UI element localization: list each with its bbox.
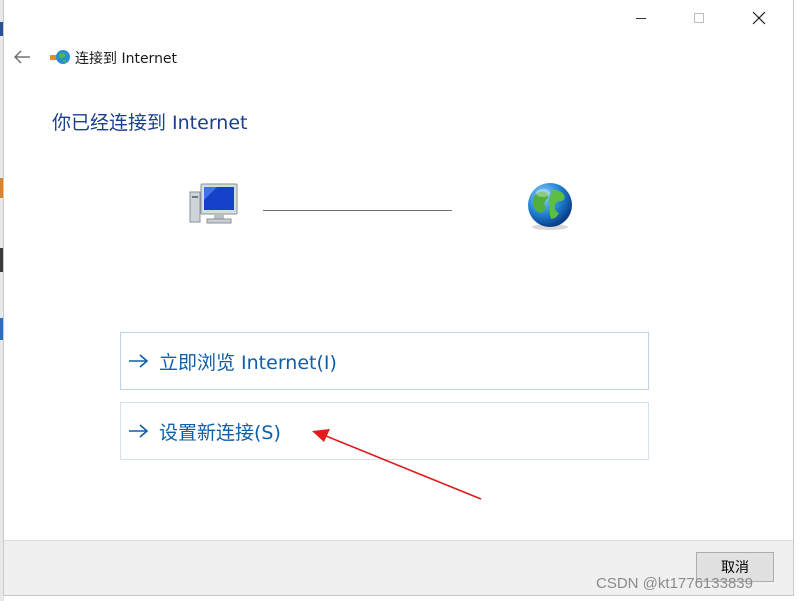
browse-internet-label: 立即浏览 Internet(I) <box>159 351 337 374</box>
page-title: 你已经连接到 Internet <box>52 112 248 134</box>
connection-line <box>263 210 452 211</box>
network-connection-icon <box>50 50 70 64</box>
back-arrow-icon <box>14 50 30 64</box>
right-arrow-icon <box>128 421 152 441</box>
back-button[interactable] <box>12 47 32 67</box>
close-button[interactable] <box>731 0 787 36</box>
computer-icon <box>189 183 238 224</box>
setup-new-connection-link[interactable]: 设置新连接(S) <box>120 402 649 460</box>
maximize-icon <box>694 13 704 23</box>
minimize-icon <box>636 18 646 19</box>
watermark: CSDN @kt1776133839 <box>596 575 753 592</box>
right-arrow-icon <box>128 351 152 371</box>
browse-internet-link[interactable]: 立即浏览 Internet(I) <box>120 332 649 390</box>
minimize-button[interactable] <box>613 0 669 36</box>
wizard-title: 连接到 Internet <box>75 51 178 67</box>
close-icon <box>752 11 766 25</box>
globe-icon <box>528 183 572 230</box>
connect-to-internet-dialog: 连接到 Internet 你已经连接到 Internet 立即浏览 Intern… <box>3 0 794 596</box>
maximize-button[interactable] <box>671 0 727 36</box>
setup-new-connection-label: 设置新连接(S) <box>159 421 281 444</box>
